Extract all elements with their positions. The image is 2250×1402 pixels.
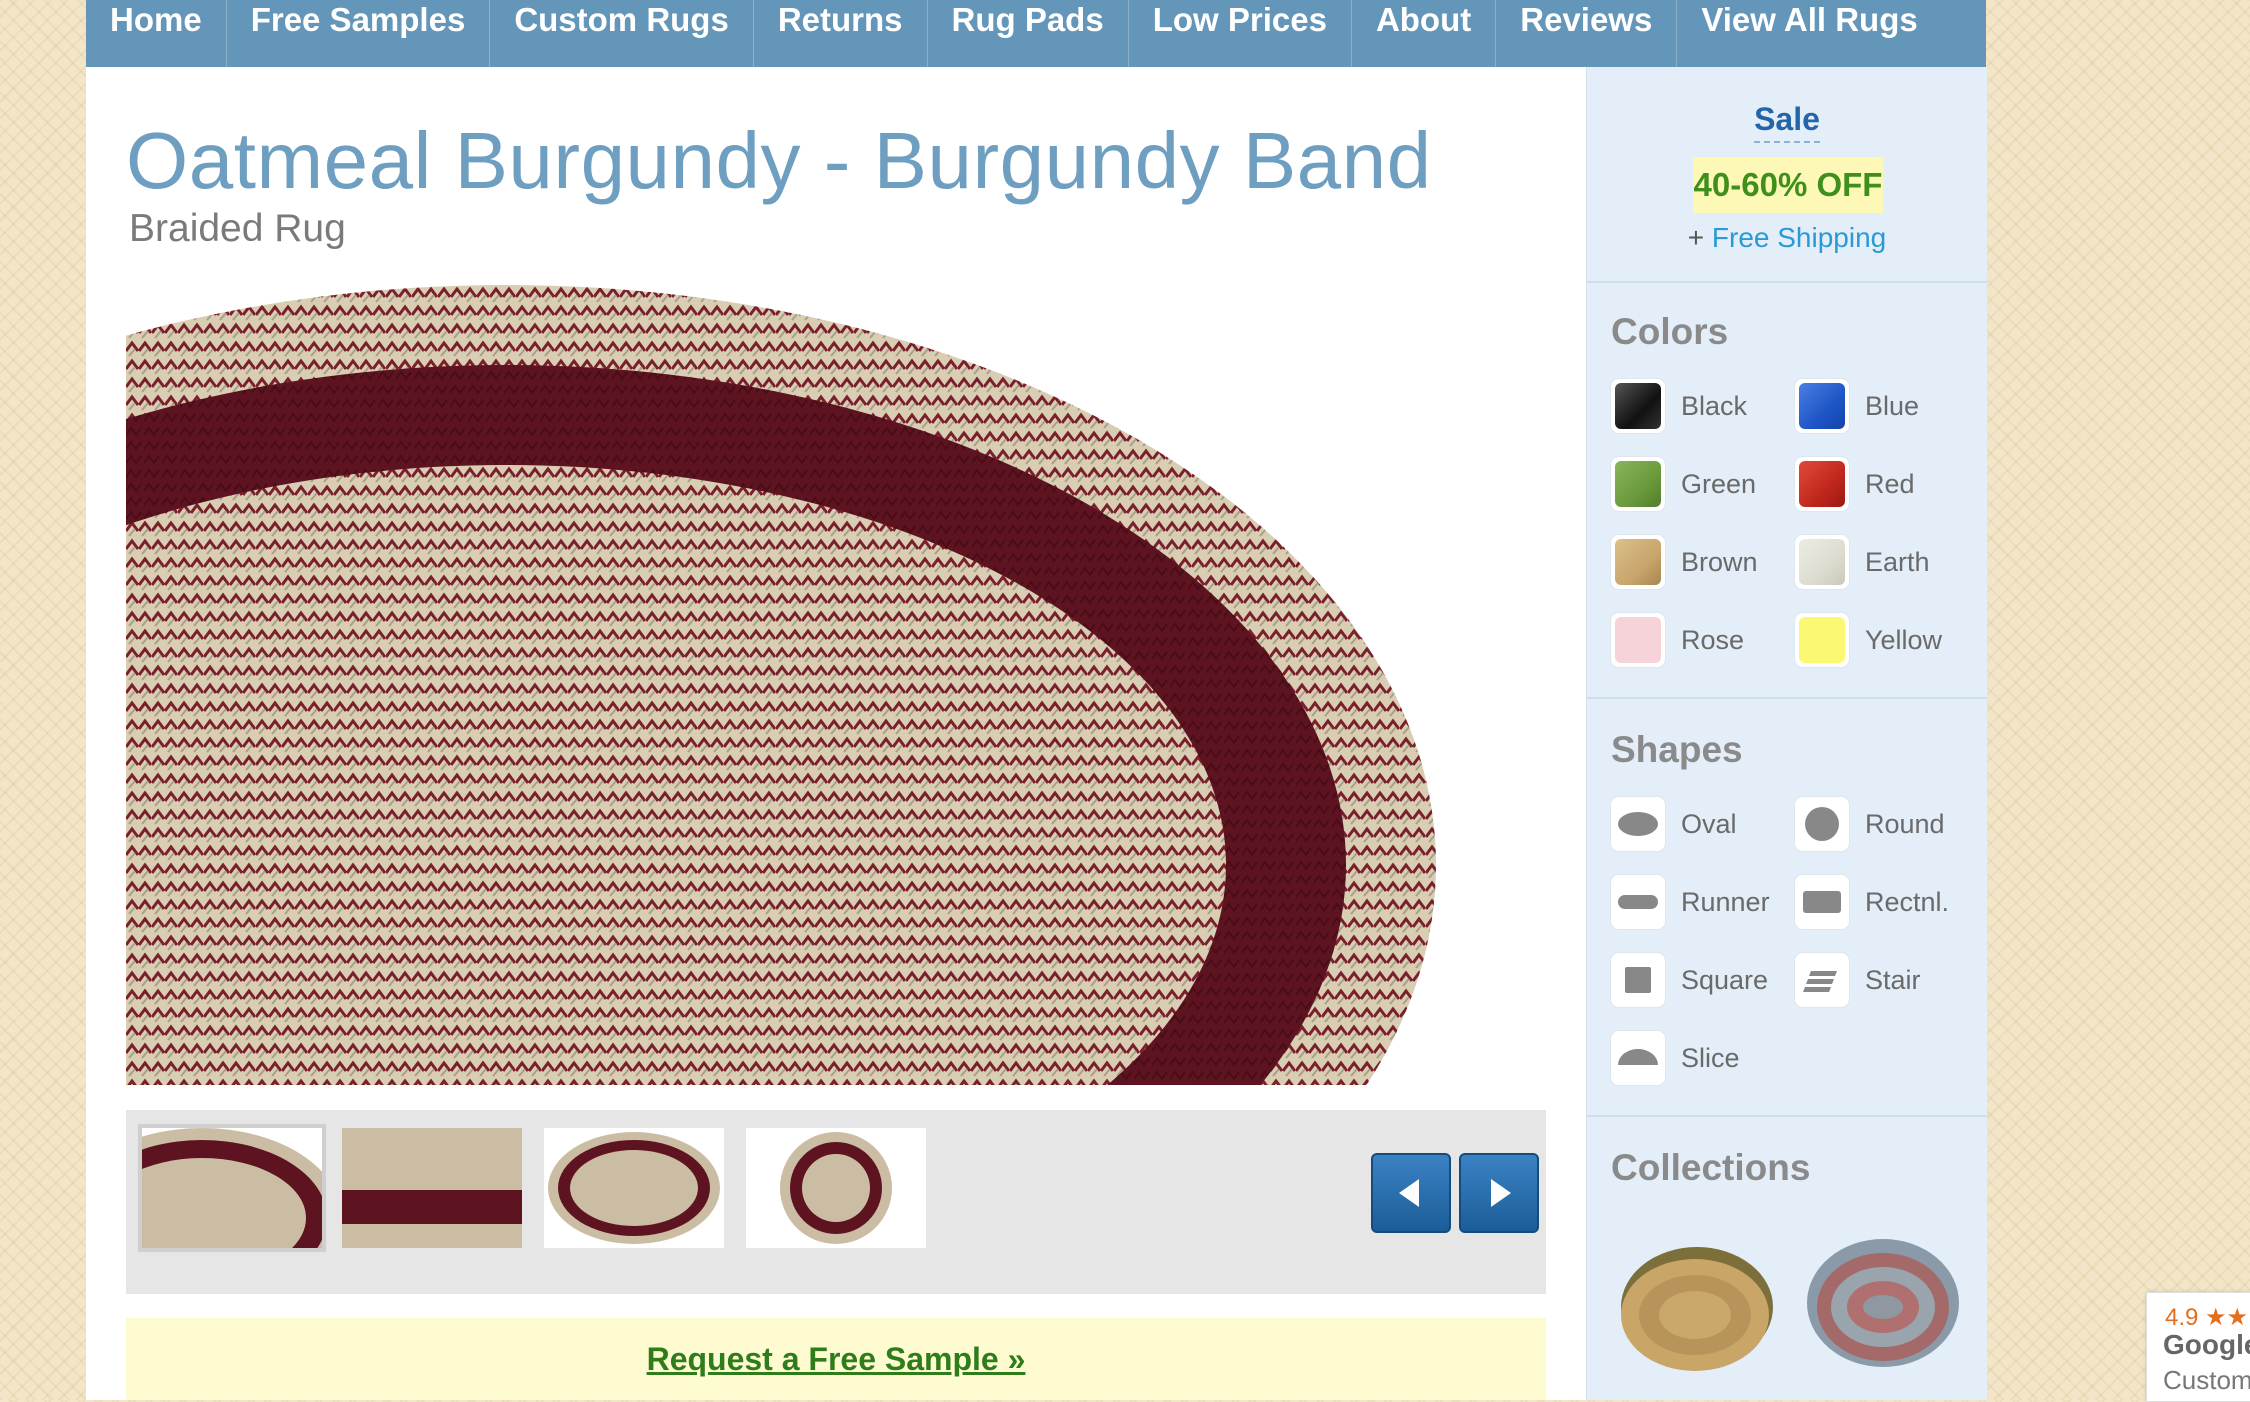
shipping-prefix: + bbox=[1687, 222, 1712, 253]
colors-heading: Colors bbox=[1611, 311, 1729, 352]
review-brand: Google bbox=[2163, 1329, 2250, 1360]
shape-option-square[interactable]: Square bbox=[1611, 953, 1768, 1007]
color-swatch-black bbox=[1615, 383, 1661, 429]
color-label-earth: Earth bbox=[1865, 546, 1930, 577]
shape-label-runner: Runner bbox=[1681, 886, 1770, 917]
sale-title-text[interactable]: Sale bbox=[1754, 101, 1820, 143]
free-sample-bar: Request a Free Sample » bbox=[126, 1318, 1546, 1400]
review-caption: Custom bbox=[2163, 1365, 2250, 1395]
runner-shape-icon bbox=[1611, 875, 1665, 929]
product-title: Oatmeal Burgundy - Burgundy Band bbox=[126, 116, 1432, 205]
main-nav: Home Free Samples Custom Rugs Returns Ru… bbox=[86, 0, 1986, 68]
oval-shape-icon bbox=[1611, 797, 1665, 851]
product-subtitle: Braided Rug bbox=[129, 207, 346, 250]
shape-label-stair: Stair bbox=[1865, 964, 1921, 995]
color-swatch-rose bbox=[1615, 617, 1661, 663]
rug-oval-corner-thumbnail[interactable] bbox=[62, 1124, 342, 1308]
free-shipping-link[interactable]: Free Shipping bbox=[1712, 222, 1886, 253]
color-option-earth[interactable]: Earth bbox=[1795, 535, 1930, 589]
color-label-green: Green bbox=[1681, 468, 1757, 499]
shape-label-round: Round bbox=[1865, 808, 1945, 839]
nav-home[interactable]: Home bbox=[86, 0, 227, 67]
color-option-green[interactable]: Green bbox=[1611, 457, 1756, 511]
color-label-yellow: Yellow bbox=[1865, 624, 1943, 655]
braided-oval-rug-image[interactable] bbox=[126, 285, 1546, 1085]
shapes-heading: Shapes bbox=[1611, 729, 1743, 770]
shape-label-rectangle: Rectnl. bbox=[1865, 886, 1950, 917]
color-label-blue: Blue bbox=[1865, 390, 1920, 421]
shape-option-round[interactable]: Round bbox=[1795, 797, 1945, 851]
shape-label-oval: Oval bbox=[1681, 808, 1737, 839]
review-rating: 4.9 ★★ bbox=[2165, 1304, 2249, 1331]
nav-about[interactable]: About bbox=[1352, 0, 1497, 67]
shape-option-rectangle[interactable]: Rectnl. bbox=[1795, 875, 1949, 929]
shape-option-oval[interactable]: Oval bbox=[1611, 797, 1737, 851]
nav-view-all-rugs[interactable]: View All Rugs bbox=[1677, 0, 1941, 67]
color-label-red: Red bbox=[1865, 468, 1915, 499]
color-option-brown[interactable]: Brown bbox=[1611, 535, 1758, 589]
color-label-rose: Rose bbox=[1681, 624, 1745, 655]
google-review-badge[interactable]: 4.9 ★★ Google Custom bbox=[2146, 1292, 2250, 1402]
nav-rug-pads[interactable]: Rug Pads bbox=[928, 0, 1129, 67]
shapes-section: Shapes Oval Round Runner Rectnl. Square … bbox=[1587, 699, 1987, 1115]
sale-box: Sale 40-60% OFF + Free Shipping bbox=[1587, 67, 1987, 283]
color-option-blue[interactable]: Blue bbox=[1795, 379, 1919, 433]
shape-label-square: Square bbox=[1681, 964, 1769, 995]
round-shape-icon bbox=[1795, 797, 1849, 851]
request-free-sample-link[interactable]: Request a Free Sample » bbox=[647, 1341, 1026, 1378]
color-swatch-earth bbox=[1799, 539, 1845, 585]
shape-option-runner[interactable]: Runner bbox=[1611, 875, 1770, 929]
country-braided-rug-collection-image[interactable] bbox=[1617, 1227, 1777, 1377]
nav-custom-rugs[interactable]: Custom Rugs bbox=[490, 0, 754, 67]
slice-shape-icon bbox=[1611, 1031, 1665, 1085]
color-option-rose[interactable]: Rose bbox=[1611, 613, 1744, 667]
colors-section: Colors Black Blue Green Red Brown Earth … bbox=[1587, 281, 1987, 697]
color-swatch-blue bbox=[1799, 383, 1845, 429]
next-image-button[interactable] bbox=[1459, 1153, 1539, 1233]
color-swatch-yellow bbox=[1799, 617, 1845, 663]
nav-free-samples[interactable]: Free Samples bbox=[227, 0, 491, 67]
color-swatch-red bbox=[1799, 461, 1845, 507]
shape-option-slice[interactable]: Slice bbox=[1611, 1031, 1740, 1085]
shape-option-stair[interactable]: Stair bbox=[1795, 953, 1921, 1007]
color-swatch-green bbox=[1615, 461, 1661, 507]
stair-shape-icon bbox=[1795, 953, 1849, 1007]
product-content: Oatmeal Burgundy - Burgundy Band Braided… bbox=[62, 67, 1586, 1400]
free-shipping-line: + Free Shipping bbox=[1587, 222, 1987, 254]
arrow-left-icon bbox=[1399, 1179, 1419, 1207]
arrow-right-icon bbox=[1491, 1179, 1511, 1207]
color-option-black[interactable]: Black bbox=[1611, 379, 1747, 433]
color-label-black: Black bbox=[1681, 390, 1748, 421]
rug-oval-thumbnail[interactable] bbox=[544, 1128, 724, 1248]
collections-heading: Collections bbox=[1611, 1147, 1811, 1188]
collections-section: Collections bbox=[1587, 1117, 1987, 1400]
wool-braided-rug-collection-image[interactable] bbox=[1803, 1227, 1963, 1377]
rectangle-shape-icon bbox=[1795, 875, 1849, 929]
nav-returns[interactable]: Returns bbox=[754, 0, 928, 67]
prev-image-button[interactable] bbox=[1371, 1153, 1451, 1233]
color-option-yellow[interactable]: Yellow bbox=[1795, 613, 1942, 667]
color-option-red[interactable]: Red bbox=[1795, 457, 1915, 511]
sale-title: Sale bbox=[1587, 101, 1987, 143]
rug-band-closeup-thumbnail[interactable] bbox=[342, 1128, 522, 1248]
thumbnail-strip bbox=[62, 1110, 1546, 1308]
nav-low-prices[interactable]: Low Prices bbox=[1129, 0, 1352, 67]
sidebar: Sale 40-60% OFF + Free Shipping Colors B… bbox=[1586, 67, 1987, 1400]
shape-label-slice: Slice bbox=[1681, 1042, 1740, 1073]
rug-illustration bbox=[126, 285, 1436, 1085]
sale-discount: 40-60% OFF bbox=[1693, 157, 1883, 213]
rug-round-thumbnail[interactable] bbox=[746, 1128, 926, 1248]
color-label-brown: Brown bbox=[1681, 546, 1758, 577]
nav-reviews[interactable]: Reviews bbox=[1496, 0, 1678, 67]
color-swatch-brown bbox=[1615, 539, 1661, 585]
square-shape-icon bbox=[1611, 953, 1665, 1007]
